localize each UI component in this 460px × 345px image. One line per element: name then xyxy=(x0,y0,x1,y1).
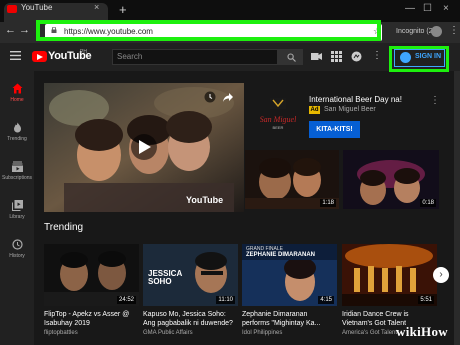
featured-video-player[interactable]: YouTube xyxy=(44,83,244,212)
hamburger-menu-icon[interactable] xyxy=(10,51,21,60)
back-arrow-icon[interactable]: ← xyxy=(5,24,16,36)
messages-icon[interactable] xyxy=(351,51,362,62)
trending-video-title[interactable]: Zephanie Dimaranan performs "Mighintay K… xyxy=(242,310,334,328)
svg-text:BEER: BEER xyxy=(273,125,284,130)
wikihow-watermark: wikiHow xyxy=(396,324,448,339)
apps-grid-icon[interactable] xyxy=(331,51,342,62)
trending-video-title[interactable]: Kapuso Mo, Jessica Soho: Ang pagbabalik … xyxy=(143,310,235,328)
video-duration: 4:15 xyxy=(318,296,334,304)
sidebar-item-home[interactable]: Home xyxy=(0,83,34,103)
address-bar-highlight xyxy=(36,20,381,41)
share-icon[interactable] xyxy=(222,91,234,103)
tab-close-icon[interactable]: × xyxy=(94,2,99,12)
sidebar-item-history[interactable]: History xyxy=(0,239,34,259)
svg-text:San Miguel: San Miguel xyxy=(260,115,296,124)
trending-channel-name[interactable]: Idol Philippines xyxy=(242,330,282,336)
subscriptions-icon xyxy=(11,161,23,172)
sidebar-item-subscriptions[interactable]: Subscriptions xyxy=(0,161,34,181)
close-window-button[interactable]: × xyxy=(443,3,449,14)
trending-video-thumbnail[interactable]: 24:52 xyxy=(44,244,139,306)
video-watermark: YouTube xyxy=(186,195,224,205)
maximize-button[interactable]: ☐ xyxy=(423,3,432,14)
account-icon xyxy=(400,52,411,63)
trending-next-arrow-icon[interactable]: › xyxy=(433,267,449,283)
trending-video-thumbnail[interactable]: 5:51 xyxy=(342,244,437,306)
trending-video-thumbnail[interactable]: GRAND FINALE ZEPHANIE DIMARANAN 4:15 xyxy=(242,244,337,306)
sidebar-item-library[interactable]: Library xyxy=(0,200,34,220)
settings-menu-icon[interactable]: ⋮ xyxy=(372,50,382,61)
trending-heading[interactable]: Trending xyxy=(44,222,83,233)
watch-later-icon[interactable] xyxy=(204,91,216,103)
youtube-logo-play-icon xyxy=(37,54,43,60)
ad-badge: Ad xyxy=(309,106,320,114)
video-duration: 11:10 xyxy=(216,296,235,304)
new-tab-button[interactable]: + xyxy=(119,3,127,17)
trending-video-title[interactable]: FlipTop - Apekz vs Asser @ Isabuhay 2019 xyxy=(44,310,136,328)
minimize-button[interactable]: — xyxy=(405,3,415,14)
sign-in-label[interactable]: SIGN IN xyxy=(415,53,441,60)
sidebar-item-label: Subscriptions xyxy=(1,175,32,181)
thumbnail-overlay-text: ZEPHANIE DIMARANAN xyxy=(246,252,315,258)
incognito-label[interactable]: Incognito (2) xyxy=(396,28,435,35)
video-duration: 1:18 xyxy=(320,199,336,207)
search-icon xyxy=(287,53,296,62)
promo-more-icon[interactable]: ⋮ xyxy=(430,95,440,106)
trending-channel-name[interactable]: GMA Public Affairs xyxy=(143,330,193,336)
youtube-favicon-icon xyxy=(7,5,17,13)
video-duration: 0:18 xyxy=(420,199,436,207)
sidebar-item-trending[interactable]: Trending xyxy=(0,122,34,142)
library-icon xyxy=(11,200,23,211)
trending-video-thumbnail[interactable]: JESSICA SOHO 11:10 xyxy=(143,244,238,306)
page-scrollbar[interactable] xyxy=(454,71,460,345)
promo-title[interactable]: International Beer Day na! xyxy=(309,95,402,104)
sidebar-item-label: Home xyxy=(10,97,24,103)
sidebar-item-label: History xyxy=(9,253,25,259)
promo-thumbnail[interactable]: 1:18 xyxy=(245,150,339,209)
video-duration: 24:52 xyxy=(116,296,136,304)
promo-thumbnail[interactable]: 0:18 xyxy=(343,150,439,209)
incognito-icon[interactable] xyxy=(431,26,442,37)
trending-channel-name[interactable]: fliptopbattles xyxy=(44,330,78,336)
video-duration: 5:51 xyxy=(418,296,434,304)
history-icon xyxy=(11,239,23,250)
fire-icon xyxy=(13,122,21,133)
home-icon xyxy=(12,83,22,94)
advertiser-name[interactable]: San Miguel Beer xyxy=(324,106,376,113)
search-button[interactable] xyxy=(278,49,303,65)
sidebar-item-label: Library xyxy=(9,214,25,220)
tab-title: YouTube xyxy=(21,3,53,12)
upload-video-icon[interactable] xyxy=(311,51,322,62)
promo-cta-button[interactable]: KITA-KITS! xyxy=(309,121,360,138)
trending-channel-name[interactable]: America's Got Talent xyxy=(342,330,397,336)
san-miguel-logo: San Miguel BEER xyxy=(260,98,296,130)
thumbnail-overlay-text: JESSICA SOHO xyxy=(148,269,182,286)
country-code: PH xyxy=(80,49,87,55)
sidebar-item-label: Trending xyxy=(7,136,27,142)
browser-menu-icon[interactable]: ⋮ xyxy=(449,25,459,36)
forward-arrow-icon[interactable]: → xyxy=(19,24,30,36)
search-placeholder: Search xyxy=(117,52,143,61)
